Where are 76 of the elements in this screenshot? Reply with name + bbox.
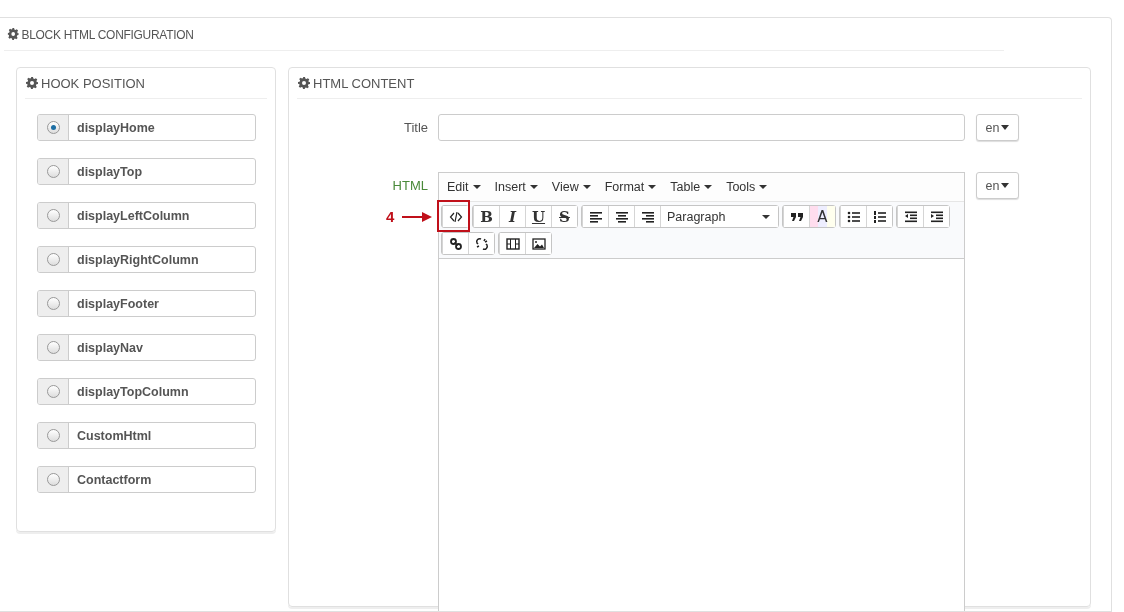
caret-icon [582, 185, 591, 189]
caret-icon [648, 185, 657, 189]
radio-button[interactable] [46, 473, 60, 486]
strikethrough-button[interactable]: S [551, 206, 577, 227]
option-label: CustomHtml [76, 427, 152, 445]
bulleted-list-icon [846, 209, 861, 224]
caret-icon [759, 185, 768, 189]
paragraph-dropdown[interactable]: Paragraph [660, 206, 778, 227]
hook-option-field[interactable]: displayNav [37, 334, 256, 361]
radio-button[interactable] [46, 385, 60, 398]
title-input[interactable] [438, 114, 965, 141]
outdent-icon [903, 209, 918, 224]
hook-option-field[interactable]: displayTop [37, 158, 256, 185]
menu-item[interactable]: View [551, 180, 591, 194]
gear-icon [7, 28, 19, 40]
hook-option-field[interactable]: displayHome [37, 114, 256, 141]
radio-button[interactable] [46, 165, 60, 178]
option-label: displayNav [76, 339, 143, 357]
radio-button[interactable] [46, 341, 60, 354]
code-icon [448, 209, 463, 224]
language-button[interactable]: en [976, 172, 1019, 199]
option-label: displayHome [76, 119, 155, 137]
caret-icon [529, 185, 538, 189]
option-label: displayRightColumn [76, 251, 199, 269]
indent-button[interactable] [923, 206, 949, 227]
arrow-icon [402, 211, 433, 222]
caret-icon [762, 214, 770, 219]
radio-button[interactable] [46, 297, 60, 310]
step-number: 4 [386, 208, 395, 225]
indent-icon [929, 209, 944, 224]
panel-title: BLOCK HTML CONFIGURATION [21, 26, 194, 42]
radio-button[interactable] [46, 253, 60, 266]
hook-option-field[interactable]: Contactform [37, 466, 256, 493]
unlink-button[interactable] [468, 233, 494, 254]
caret-icon [1001, 183, 1010, 188]
code-button[interactable] [442, 206, 468, 227]
option-label: Contactform [76, 471, 152, 489]
hook-option-field[interactable]: displayFooter [37, 290, 256, 317]
caret-icon [1001, 125, 1010, 130]
caret-icon [472, 185, 481, 189]
unlink-icon [474, 236, 489, 251]
option-label: displayTopColumn [76, 383, 189, 401]
radio-button[interactable] [46, 209, 60, 222]
option-label: displayTop [76, 163, 143, 181]
align-center-icon [614, 209, 629, 224]
field-label: Title [402, 119, 429, 137]
hook-option-field[interactable]: displayLeftColumn [37, 202, 256, 229]
card-title: HOOK POSITION [41, 75, 145, 91]
text-color-button[interactable]: A [809, 206, 835, 227]
highlight-frame [437, 200, 470, 232]
option-label: displayFooter [76, 295, 159, 313]
radio-button[interactable] [46, 429, 60, 442]
card-title: HTML CONTENT [313, 75, 415, 91]
caret-icon [704, 185, 713, 189]
menu-item[interactable]: Insert [494, 180, 538, 194]
image-button[interactable] [525, 233, 551, 254]
menu-item[interactable]: Tools [726, 180, 768, 194]
language-button[interactable]: en [976, 114, 1019, 141]
gear-icon [26, 77, 38, 89]
hook-option-field[interactable]: CustomHtml [37, 422, 256, 449]
option-label: displayLeftColumn [76, 207, 190, 225]
menu-item[interactable]: Format [604, 180, 657, 194]
menu-item[interactable]: Table [670, 180, 713, 194]
link-icon [448, 236, 463, 251]
film-icon [505, 236, 520, 251]
hook-option-field[interactable]: displayRightColumn [37, 246, 256, 273]
hook-option-field[interactable]: displayTopColumn [37, 378, 256, 405]
field-label: HTML [391, 177, 429, 195]
radio-button[interactable] [46, 121, 60, 134]
numbers-button[interactable] [866, 206, 892, 227]
numbered-list-icon [872, 209, 887, 224]
align-right-icon [640, 209, 655, 224]
gear-icon [298, 77, 310, 89]
image-icon [531, 236, 546, 251]
align-left-icon [588, 209, 603, 224]
menu-item[interactable]: Edit [447, 180, 481, 194]
